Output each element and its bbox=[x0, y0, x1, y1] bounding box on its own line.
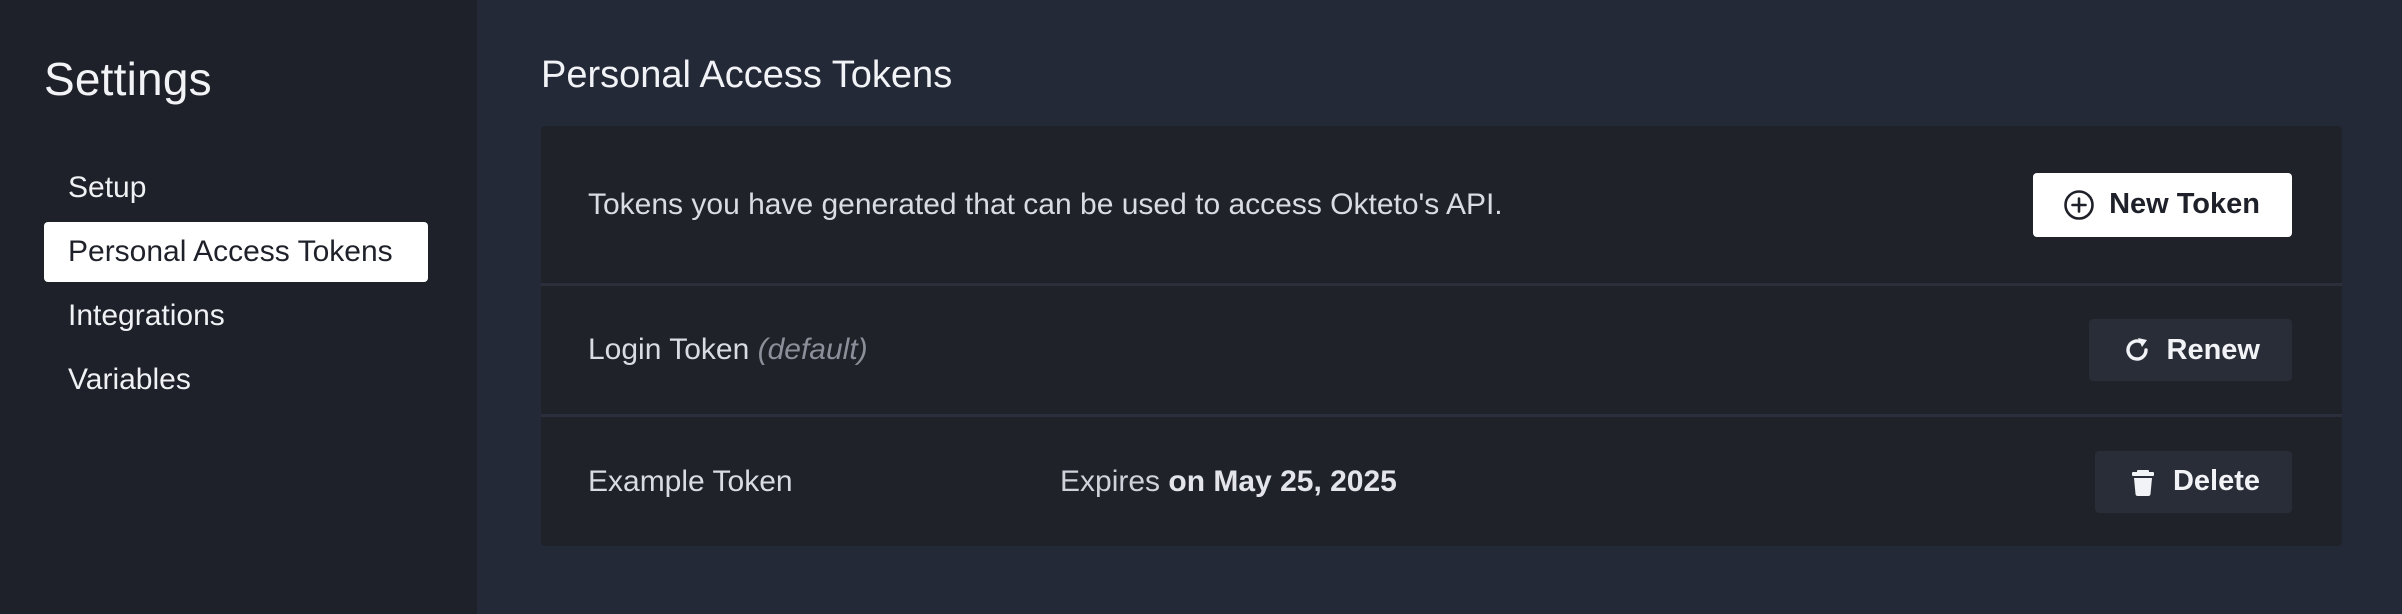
new-token-button[interactable]: New Token bbox=[2033, 172, 2292, 237]
delete-button[interactable]: Delete bbox=[2094, 450, 2292, 513]
token-name: Example Token bbox=[588, 464, 793, 498]
sidebar-nav: Setup Personal Access Tokens Integration… bbox=[0, 158, 477, 410]
token-expiry-prefix: Expires bbox=[1060, 464, 1161, 498]
sidebar-item-variables[interactable]: Variables bbox=[44, 350, 428, 410]
sidebar: Settings Setup Personal Access Tokens In… bbox=[0, 0, 477, 614]
sidebar-title: Settings bbox=[44, 53, 212, 105]
token-row: Login Token (default) Renew bbox=[541, 286, 2342, 417]
renew-button[interactable]: Renew bbox=[2088, 319, 2292, 381]
token-expiry-date: on May 25, 2025 bbox=[1168, 464, 1397, 498]
token-expiry: Expires on May 25, 2025 bbox=[1060, 465, 1397, 499]
trash-icon bbox=[2127, 466, 2159, 498]
tokens-description: Tokens you have generated that can be us… bbox=[588, 187, 1503, 221]
renew-label: Renew bbox=[2166, 333, 2260, 366]
token-name: Login Token (default) bbox=[588, 333, 868, 367]
sidebar-item-personal-access-tokens[interactable]: Personal Access Tokens bbox=[44, 222, 428, 282]
tokens-card: Tokens you have generated that can be us… bbox=[541, 126, 2342, 546]
tokens-intro-row: Tokens you have generated that can be us… bbox=[541, 126, 2342, 286]
delete-label: Delete bbox=[2172, 465, 2260, 497]
sidebar-item-setup[interactable]: Setup bbox=[44, 158, 428, 218]
plus-circle-icon bbox=[2063, 189, 2095, 221]
refresh-icon bbox=[2121, 334, 2153, 366]
token-row: Example Token Expires on May 25, 2025 De… bbox=[541, 417, 2342, 546]
main-content: Personal Access Tokens Tokens you have g… bbox=[477, 0, 2402, 614]
new-token-label: New Token bbox=[2109, 188, 2260, 220]
page-title: Personal Access Tokens bbox=[541, 54, 953, 96]
token-default-note: (default) bbox=[757, 333, 868, 366]
sidebar-item-integrations[interactable]: Integrations bbox=[44, 286, 428, 346]
app: Settings Setup Personal Access Tokens In… bbox=[0, 0, 2402, 614]
token-name-text: Login Token bbox=[588, 333, 750, 366]
